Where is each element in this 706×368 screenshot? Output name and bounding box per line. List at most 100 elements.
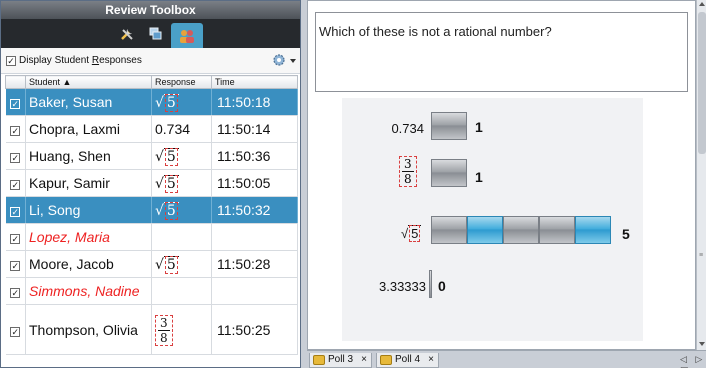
row-checkbox-cell: ✓: [5, 223, 26, 251]
student-name: Li, Song: [25, 196, 152, 224]
table-row[interactable]: ✓ Simmons, Nadine: [5, 277, 298, 305]
select-column-header: [5, 75, 26, 89]
bar-segment-2-1[interactable]: [467, 216, 503, 244]
bar-segment-1-0[interactable]: [431, 159, 467, 187]
student-name: Huang, Shen: [25, 142, 152, 170]
student-response: √ 5: [151, 88, 212, 116]
count-label-1: 1: [475, 169, 483, 185]
row-checkbox-cell: ✓: [5, 169, 26, 197]
close-icon[interactable]: ×: [428, 353, 434, 367]
student-response: √ 5: [151, 169, 212, 197]
display-label-post: esponses: [99, 55, 142, 66]
vertical-scrollbar[interactable]: ≡: [696, 0, 706, 350]
tab-navigation-icons[interactable]: ◁ ▷ ▤: [680, 354, 706, 368]
table-row[interactable]: ✓ Baker, Susan √ 5 11:50:18: [5, 88, 298, 116]
row-checkbox-cell: ✓: [5, 115, 26, 143]
student-name: Simmons, Nadine: [25, 277, 152, 305]
sqrt-response: √ 5: [155, 255, 179, 274]
category-label-3: 3.33333: [379, 279, 426, 294]
count-label-0: 1: [475, 119, 483, 135]
results-chart: 0.734 3 8 √ 5 3.33333 1 1 5 0: [342, 98, 643, 341]
scroll-thumb[interactable]: [698, 12, 706, 154]
table-row[interactable]: ✓ Kapur, Samir √ 5 11:50:05: [5, 169, 298, 197]
table-row[interactable]: ✓ Thompson, Olivia 3 8 11:50:25: [5, 304, 298, 355]
student-response: √ 5: [151, 196, 212, 224]
bar-segment-2-3[interactable]: [539, 216, 575, 244]
question-results-panel: Which of these is not a rational number?…: [307, 0, 696, 350]
display-responses-checkbox[interactable]: ✓: [6, 56, 16, 66]
student-column-header[interactable]: Student ▲: [25, 75, 152, 89]
radicand: 5: [164, 174, 178, 193]
row-checkbox[interactable]: ✓: [10, 326, 21, 337]
class-results-icon[interactable]: [171, 23, 203, 48]
response-time: 11:50:05: [211, 169, 298, 197]
response-time: 11:50:32: [211, 196, 298, 224]
category-label-2-radicand: 5: [409, 225, 421, 242]
row-checkbox[interactable]: ✓: [10, 126, 21, 136]
table-row[interactable]: ✓ Moore, Jacob √ 5 11:50:28: [5, 250, 298, 278]
student-response: [151, 277, 212, 305]
tools-icon[interactable]: [116, 23, 138, 45]
row-checkbox[interactable]: ✓: [10, 288, 21, 298]
screens-icon[interactable]: [145, 23, 167, 45]
student-response: 0.734: [151, 115, 212, 143]
student-response: [151, 223, 212, 251]
tab-poll-4-label: Poll 4: [395, 354, 421, 365]
gear-icon[interactable]: [272, 53, 286, 67]
row-checkbox[interactable]: ✓: [10, 153, 21, 163]
bar-segment-2-0[interactable]: [431, 216, 467, 244]
tab-poll-3[interactable]: Poll 3 ×: [309, 353, 372, 368]
chevron-down-icon[interactable]: [290, 59, 296, 63]
numerator: 3: [158, 315, 170, 331]
toolbox-title: Review Toolbox: [1, 1, 300, 19]
row-checkbox[interactable]: ✓: [10, 207, 21, 217]
student-response: √ 5: [151, 142, 212, 170]
row-checkbox[interactable]: ✓: [10, 180, 21, 190]
review-toolbox-panel: Review Toolbox ✓ Display Student Respons…: [0, 0, 301, 368]
teacher-software-window: Review Toolbox ✓ Display Student Respons…: [0, 0, 706, 368]
display-label-pre: Display Student: [19, 55, 92, 66]
display-label-hotkey: R: [91, 55, 100, 66]
options-bar: ✓ Display Student Responses: [1, 48, 300, 74]
student-name: Chopra, Laxmi: [25, 115, 152, 143]
radicand: 5: [164, 93, 178, 112]
table-row[interactable]: ✓ Li, Song √ 5 11:50:32: [5, 196, 298, 224]
tab-poll-4[interactable]: Poll 4 ×: [376, 353, 439, 368]
response-column-header[interactable]: Response: [151, 75, 212, 89]
grip-icon: ≡: [699, 252, 704, 259]
student-response-table: Student ▲ Response Time ✓ Baker, Susan √ 5 1…: [5, 75, 298, 355]
display-responses-label: Display Student Responses: [19, 55, 142, 66]
category-label-1: 3 8: [399, 156, 417, 187]
table-row[interactable]: ✓ Huang, Shen √ 5 11:50:36: [5, 142, 298, 170]
table-row[interactable]: ✓ Chopra, Laxmi 0.734 11:50:14: [5, 115, 298, 143]
bar-zero-3[interactable]: [429, 270, 432, 298]
poll-tab-bar: Poll 3 × Poll 4 × ◁ ▷ ▤: [307, 350, 706, 368]
poll-icon: [380, 355, 392, 365]
bar-segment-2-4[interactable]: [575, 216, 611, 244]
fraction-response: 38: [155, 314, 173, 346]
radicand: 5: [164, 255, 178, 274]
row-checkbox[interactable]: ✓: [10, 261, 21, 271]
table-row[interactable]: ✓ Lopez, Maria: [5, 223, 298, 251]
row-checkbox-cell: ✓: [5, 304, 26, 355]
time-column-header[interactable]: Time: [211, 75, 298, 89]
row-checkbox-cell: ✓: [5, 88, 26, 116]
bar-segment-0-0[interactable]: [431, 112, 467, 140]
count-label-2: 5: [622, 226, 630, 242]
sqrt-response: √ 5: [155, 174, 179, 193]
response-time: 11:50:28: [211, 250, 298, 278]
row-checkbox[interactable]: ✓: [10, 234, 21, 244]
student-name: Moore, Jacob: [25, 250, 152, 278]
scroll-up-icon[interactable]: [699, 2, 705, 6]
scroll-down-icon[interactable]: [699, 342, 705, 346]
category-label-1-numerator: 3: [402, 157, 414, 172]
table-header-row: Student ▲ Response Time: [5, 75, 298, 89]
sqrt-response: √ 5: [155, 147, 179, 166]
close-icon[interactable]: ×: [361, 353, 367, 367]
poll-icon: [313, 355, 325, 365]
category-label-2: √ 5: [401, 225, 422, 242]
bar-segment-2-2[interactable]: [503, 216, 539, 244]
response-time: [211, 223, 298, 251]
row-checkbox[interactable]: ✓: [10, 99, 21, 109]
radicand: 5: [164, 147, 178, 166]
